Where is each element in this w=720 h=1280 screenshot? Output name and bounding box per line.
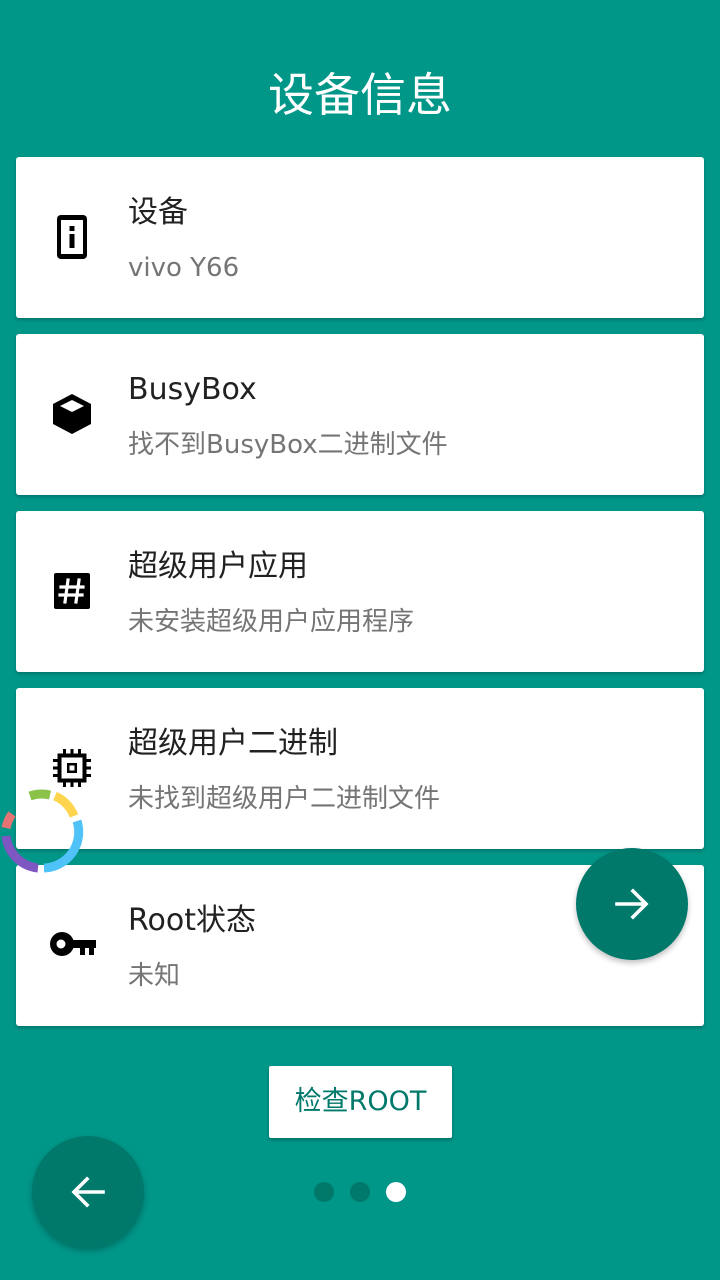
chip-icon xyxy=(52,746,92,790)
check-root-button[interactable]: 检查ROOT xyxy=(269,1066,452,1138)
page-indicator xyxy=(314,1182,406,1202)
hash-icon xyxy=(52,569,92,613)
device-card-subtitle: vivo Y66 xyxy=(128,253,240,283)
page-title: 设备信息 xyxy=(268,68,452,122)
root-status-card-subtitle: 未知 xyxy=(128,961,181,991)
back-button[interactable] xyxy=(32,1136,144,1248)
superuser-app-card-subtitle: 未安装超级用户应用程序 xyxy=(128,607,415,637)
page-dot-active[interactable] xyxy=(386,1182,406,1202)
busybox-card-title: BusyBox xyxy=(128,372,257,407)
loading-spinner xyxy=(0,788,86,878)
box-icon xyxy=(52,392,92,436)
superuser-binary-card-subtitle: 未找到超级用户二进制文件 xyxy=(128,784,441,814)
key-icon xyxy=(50,923,96,967)
page-dot[interactable] xyxy=(350,1182,370,1202)
arrow-left-icon xyxy=(71,1176,105,1208)
superuser-app-card[interactable]: 超级用户应用 未安装超级用户应用程序 xyxy=(16,511,704,672)
page-dot[interactable] xyxy=(314,1182,334,1202)
busybox-card[interactable]: BusyBox 找不到BusyBox二进制文件 xyxy=(16,334,704,495)
device-card[interactable]: 设备 vivo Y66 xyxy=(16,157,704,318)
next-button[interactable] xyxy=(576,848,688,960)
superuser-binary-card[interactable]: 超级用户二进制 未找到超级用户二进制文件 xyxy=(16,688,704,849)
root-status-card-title: Root状态 xyxy=(128,903,256,938)
device-card-title: 设备 xyxy=(128,195,188,230)
arrow-right-icon xyxy=(615,888,649,920)
superuser-binary-card-title: 超级用户二进制 xyxy=(128,726,338,761)
busybox-card-subtitle: 找不到BusyBox二进制文件 xyxy=(128,430,448,460)
phone-info-icon xyxy=(52,215,92,259)
superuser-app-card-title: 超级用户应用 xyxy=(128,549,308,584)
